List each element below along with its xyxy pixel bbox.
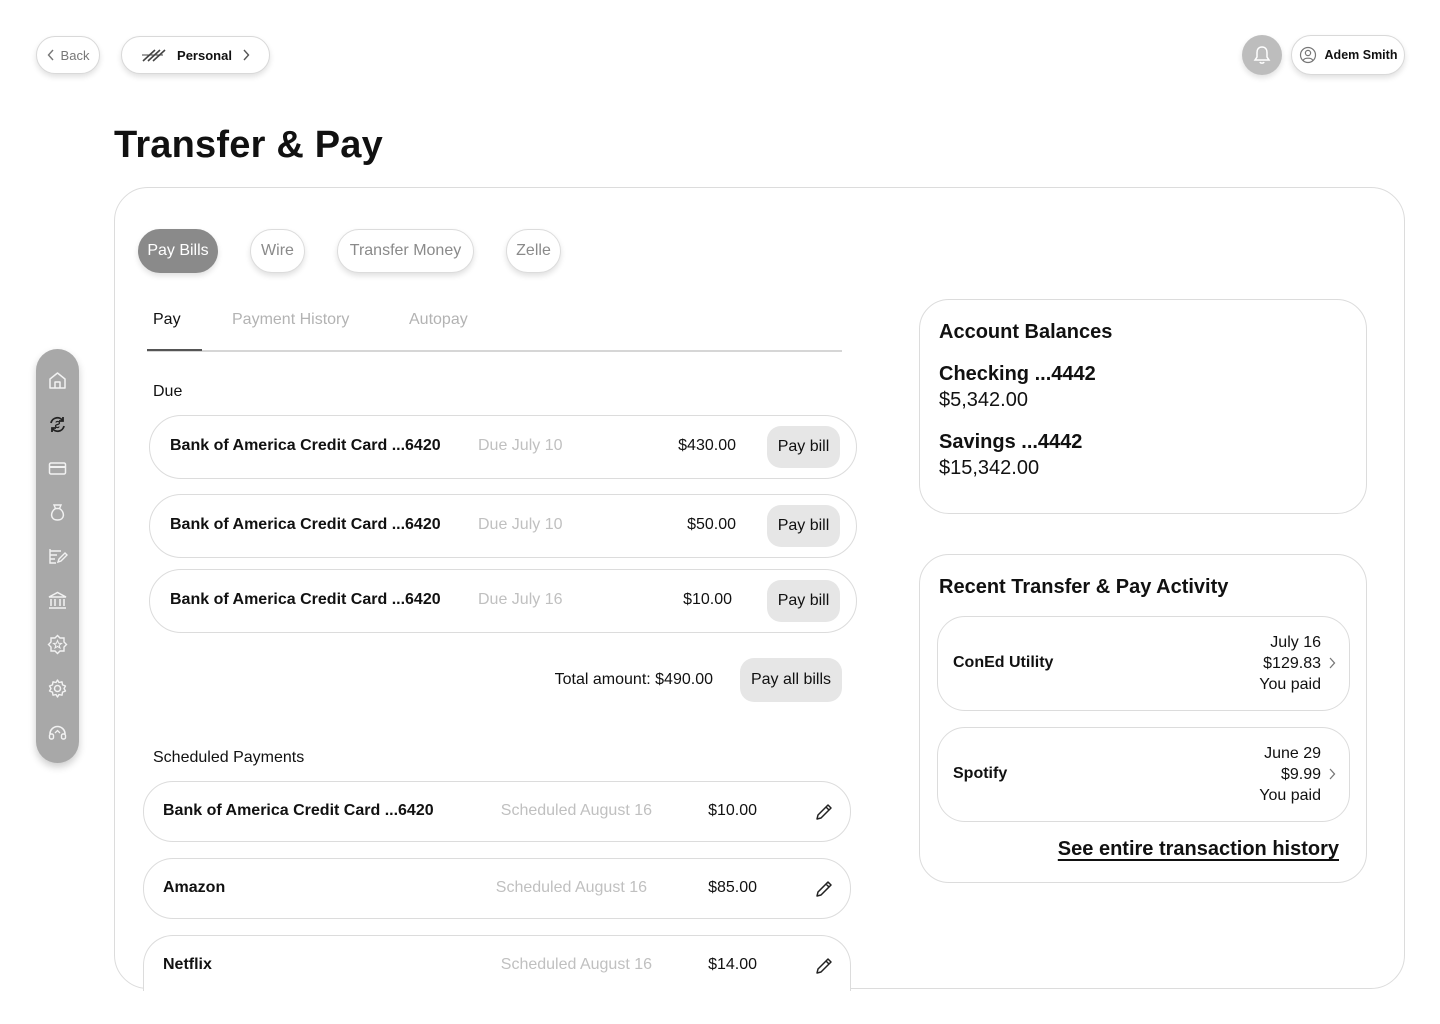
scheduled-payee: Netflix — [163, 956, 212, 973]
bell-icon — [1253, 46, 1271, 64]
activity-details: June 29 $9.99 You paid — [1259, 743, 1321, 806]
bank-logo-icon — [142, 49, 166, 62]
user-avatar-icon — [1299, 46, 1316, 64]
account-switcher-button[interactable]: Personal — [121, 36, 270, 74]
activity-amount: $9.99 — [1280, 766, 1321, 783]
bill-pay-icon[interactable] — [47, 546, 68, 567]
scheduled-payment-row: Netflix Scheduled August 16 $14.00 — [143, 935, 851, 991]
bill-amount: $10.00 — [683, 591, 732, 608]
subtab-autopay[interactable]: Autopay — [409, 311, 468, 329]
pencil-edit-icon[interactable] — [813, 878, 835, 900]
activity-payee: Spotify — [953, 765, 1008, 782]
total-amount: Total amount: $490.00 — [554, 671, 713, 688]
activity-date: June 29 — [1264, 745, 1321, 762]
due-heading: Due — [153, 383, 183, 400]
pay-bill-button[interactable]: Pay bill — [767, 580, 840, 622]
bill-payee: Bank of America Credit Card ...6420 — [170, 516, 441, 533]
subtab-payment-history[interactable]: Payment History — [232, 311, 349, 329]
notifications-button[interactable] — [1242, 35, 1282, 75]
pay-bill-button[interactable]: Pay bill — [767, 505, 840, 547]
transfer-icon[interactable] — [47, 414, 68, 435]
money-bag-icon[interactable] — [47, 502, 68, 523]
account-balances-title: Account Balances — [939, 321, 1113, 343]
account-balances-card: Account Balances Checking ...4442 $5,342… — [919, 299, 1367, 514]
activity-amount: $129.83 — [1263, 655, 1321, 672]
chevron-right-icon — [243, 49, 250, 61]
checking-account-balance: $5,342.00 — [939, 389, 1028, 411]
activity-date: July 16 — [1270, 634, 1321, 651]
subtab-pay[interactable]: Pay — [153, 311, 181, 329]
activity-details: July 16 $129.83 You paid — [1259, 632, 1321, 695]
scheduled-payments-heading: Scheduled Payments — [153, 749, 305, 766]
recent-activity-title: Recent Transfer & Pay Activity — [939, 576, 1229, 598]
tab-pay-bills[interactable]: Pay Bills — [138, 229, 218, 273]
activity-item[interactable]: ConEd Utility July 16 $129.83 You paid — [937, 616, 1350, 711]
pay-bill-button[interactable]: Pay bill — [767, 426, 840, 468]
account-switcher-label: Personal — [177, 47, 232, 63]
bill-due-date: Due July 10 — [478, 437, 563, 454]
star-badge-icon[interactable] — [47, 634, 68, 655]
tab-transfer-money[interactable]: Transfer Money — [337, 229, 474, 273]
bill-row: Bank of America Credit Card ...6420 Due … — [149, 494, 857, 558]
activity-payee: ConEd Utility — [953, 654, 1054, 671]
back-label: Back — [60, 47, 90, 63]
page-title: Transfer & Pay — [114, 124, 383, 166]
scheduled-payment-row: Bank of America Credit Card ...6420 Sche… — [143, 781, 851, 842]
scheduled-amount: $14.00 — [708, 956, 757, 973]
sub-tab-bar: Pay Payment History Autopay — [147, 300, 842, 352]
scheduled-date: Scheduled August 16 — [500, 956, 652, 973]
savings-account-balance: $15,342.00 — [939, 457, 1040, 479]
scheduled-date: Scheduled August 16 — [495, 879, 647, 896]
bill-row: Bank of America Credit Card ...6420 Due … — [149, 569, 857, 633]
savings-account-name: Savings ...4442 — [939, 431, 1083, 453]
settings-icon[interactable] — [47, 678, 68, 699]
bill-due-date: Due July 16 — [478, 591, 563, 608]
user-name: Adem Smith — [1324, 48, 1398, 62]
tab-zelle[interactable]: Zelle — [506, 229, 561, 273]
activity-status: You paid — [1259, 787, 1321, 804]
bill-payee: Bank of America Credit Card ...6420 — [170, 591, 441, 608]
activity-status: You paid — [1259, 676, 1321, 693]
side-navigation — [36, 349, 79, 763]
activity-item[interactable]: Spotify June 29 $9.99 You paid — [937, 727, 1350, 822]
scheduled-amount: $85.00 — [708, 879, 757, 896]
scheduled-date: Scheduled August 16 — [500, 802, 652, 819]
checking-account-name: Checking ...4442 — [939, 363, 1096, 385]
chevron-right-icon — [1329, 768, 1336, 780]
scheduled-amount: $10.00 — [708, 802, 757, 819]
bill-row: Bank of America Credit Card ...6420 Due … — [149, 415, 857, 479]
chevron-right-icon — [1329, 657, 1336, 669]
scheduled-payee: Bank of America Credit Card ...6420 — [163, 802, 434, 819]
pencil-edit-icon[interactable] — [813, 801, 835, 823]
tab-wire[interactable]: Wire — [250, 229, 305, 273]
active-tab-indicator — [147, 349, 202, 351]
bank-icon[interactable] — [47, 590, 68, 611]
bill-payee: Bank of America Credit Card ...6420 — [170, 437, 441, 454]
pay-all-bills-button[interactable]: Pay all bills — [740, 658, 842, 702]
scheduled-payee: Amazon — [163, 879, 226, 896]
chevron-left-icon — [47, 49, 54, 61]
support-icon[interactable] — [47, 722, 68, 743]
pencil-edit-icon[interactable] — [813, 955, 835, 977]
bill-due-date: Due July 10 — [478, 516, 563, 533]
bill-amount: $50.00 — [687, 516, 736, 533]
scheduled-payment-row: Amazon Scheduled August 16 $85.00 — [143, 858, 851, 919]
recent-activity-card: Recent Transfer & Pay Activity ConEd Uti… — [919, 554, 1367, 883]
user-profile-button[interactable]: Adem Smith — [1291, 35, 1405, 75]
home-icon[interactable] — [47, 370, 68, 391]
bill-amount: $430.00 — [678, 437, 736, 454]
transaction-history-link[interactable]: See entire transaction history — [1058, 838, 1339, 861]
card-icon[interactable] — [47, 458, 68, 479]
back-button[interactable]: Back — [36, 36, 100, 74]
